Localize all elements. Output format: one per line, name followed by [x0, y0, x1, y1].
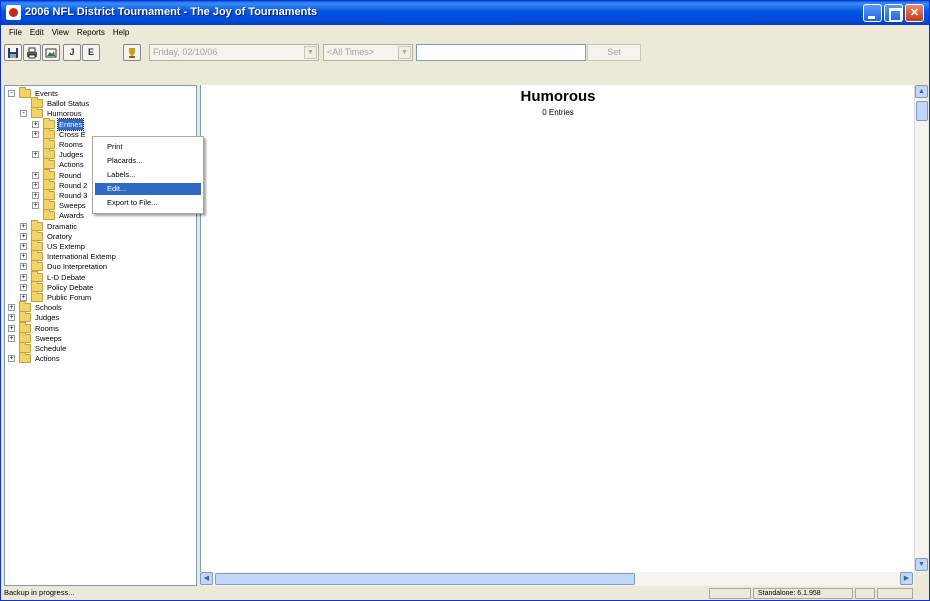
expand-icon[interactable]: +: [20, 283, 27, 291]
expand-icon[interactable]: +: [20, 222, 27, 230]
scroll-left-icon[interactable]: ◀: [200, 572, 213, 585]
menu-reports[interactable]: Reports: [73, 25, 109, 41]
expand-icon[interactable]: +: [32, 202, 39, 210]
horizontal-scrollbar[interactable]: ◀ ▶: [200, 572, 914, 586]
menu-file[interactable]: File: [5, 25, 26, 41]
j-button[interactable]: J: [63, 44, 81, 61]
main-panel: Humorous 0 Entries: [200, 85, 914, 586]
title-bar[interactable]: 2006 NFL District Tournament - The Joy o…: [1, 1, 929, 25]
expand-icon[interactable]: +: [8, 334, 15, 342]
print-icon: [27, 47, 37, 59]
expand-icon[interactable]: +: [20, 294, 27, 301]
vertical-scrollbar[interactable]: ▲ ▼: [914, 85, 928, 572]
expand-icon[interactable]: +: [20, 263, 27, 271]
expand-icon[interactable]: +: [32, 151, 39, 159]
context-menu-item[interactable]: Print: [95, 141, 201, 153]
set-button[interactable]: Set: [587, 44, 641, 61]
e-button[interactable]: E: [82, 44, 100, 61]
folder-icon: [43, 209, 55, 221]
page-title: Humorous: [520, 88, 596, 105]
context-menu-item[interactable]: Placards...: [95, 155, 201, 167]
menu-view[interactable]: View: [48, 25, 73, 41]
scroll-thumb[interactable]: [916, 101, 928, 121]
app-window: 2006 NFL District Tournament - The Joy o…: [0, 0, 930, 601]
tree-item-label[interactable]: Actions: [34, 353, 61, 364]
menu-edit[interactable]: Edit: [26, 25, 48, 41]
search-input[interactable]: [416, 44, 586, 61]
window-title: 2006 NFL District Tournament - The Joy o…: [25, 6, 318, 18]
collapse-icon[interactable]: -: [8, 90, 15, 97]
scroll-thumb[interactable]: [215, 573, 635, 585]
image-button[interactable]: [42, 44, 60, 61]
resize-grip[interactable]: [914, 572, 928, 586]
expand-icon[interactable]: +: [20, 253, 27, 261]
status-version: Standalone: 6.1.958: [753, 588, 853, 599]
context-menu: Print Placards... Labels... Edit... Export t…: [92, 136, 204, 214]
save-icon: [8, 48, 18, 58]
scroll-right-icon[interactable]: ▶: [900, 572, 913, 585]
minimize-button[interactable]: [863, 4, 882, 22]
folder-icon: [31, 291, 43, 302]
chevron-down-icon[interactable]: ▼: [304, 46, 317, 59]
expand-icon[interactable]: +: [32, 171, 39, 179]
entry-count: 0 Entries: [542, 108, 574, 117]
status-pane-empty: [855, 588, 875, 599]
expand-icon[interactable]: +: [32, 192, 39, 199]
chevron-down-icon[interactable]: ▼: [398, 46, 411, 59]
print-button[interactable]: [23, 44, 41, 61]
expand-icon[interactable]: +: [8, 355, 15, 363]
status-pane-empty: [709, 588, 751, 599]
status-text: Backup in progress...: [4, 588, 75, 597]
toolbar: J E Friday, 02/10/06 ▼ <All Times> ▼ Set: [1, 42, 929, 64]
folder-icon: [31, 107, 43, 119]
expand-icon[interactable]: +: [20, 273, 27, 281]
expand-icon[interactable]: +: [32, 120, 39, 128]
context-menu-item[interactable]: Labels...: [95, 169, 201, 181]
menu-bar: File Edit View Reports Help: [1, 25, 929, 41]
status-pane-empty: [877, 588, 913, 599]
date-select[interactable]: Friday, 02/10/06 ▼: [149, 44, 319, 61]
app-icon: [6, 5, 21, 20]
expand-icon[interactable]: +: [20, 232, 27, 240]
context-menu-item[interactable]: Export to File...: [95, 197, 201, 209]
expand-icon[interactable]: +: [8, 304, 15, 312]
expand-icon[interactable]: +: [32, 181, 39, 189]
time-select[interactable]: <All Times> ▼: [323, 44, 413, 61]
folder-icon: [19, 87, 31, 98]
maximize-button[interactable]: [884, 4, 903, 22]
close-button[interactable]: ✕: [905, 4, 924, 22]
status-bar: Backup in progress... Standalone: 6.1.95…: [1, 587, 929, 600]
expand-icon[interactable]: +: [32, 130, 39, 138]
trophy-icon: [129, 48, 135, 58]
scroll-up-icon[interactable]: ▲: [915, 85, 928, 98]
expand-icon[interactable]: +: [20, 243, 27, 250]
time-value: <All Times>: [327, 47, 375, 57]
expand-icon[interactable]: +: [8, 324, 15, 332]
folder-icon: [19, 352, 31, 364]
expand-icon[interactable]: +: [8, 314, 15, 322]
trophy-button[interactable]: [123, 44, 141, 61]
date-value: Friday, 02/10/06: [153, 47, 218, 57]
save-button[interactable]: [4, 44, 22, 61]
scroll-down-icon[interactable]: ▼: [915, 558, 928, 571]
context-menu-item[interactable]: Edit...: [95, 183, 201, 195]
menu-help[interactable]: Help: [109, 25, 133, 41]
image-icon: [45, 48, 57, 58]
collapse-icon[interactable]: -: [20, 110, 27, 118]
